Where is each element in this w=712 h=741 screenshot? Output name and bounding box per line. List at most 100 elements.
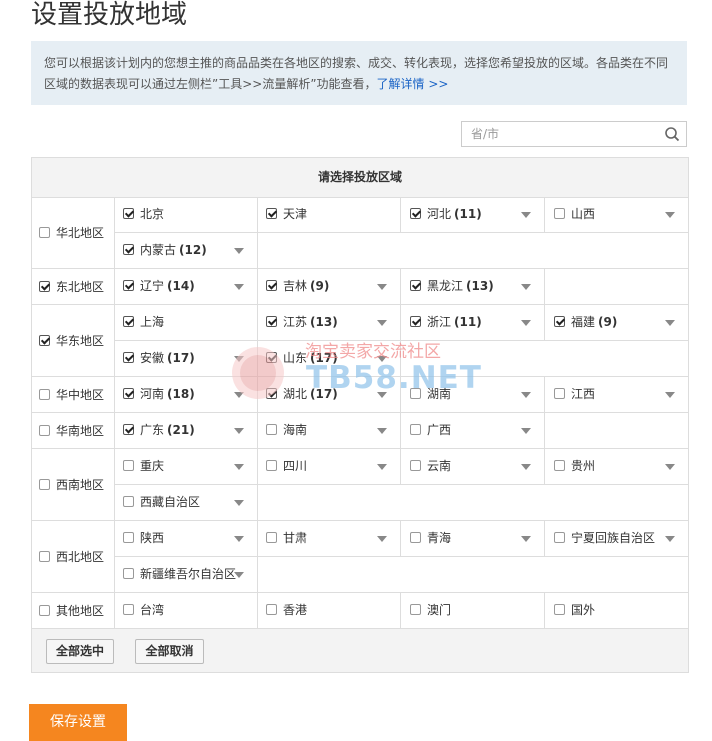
province-option[interactable]: 内蒙古 (12) <box>123 239 207 259</box>
learn-more-link[interactable]: 了解详情 >> <box>377 77 449 91</box>
province-option[interactable]: 北京 <box>123 203 164 223</box>
province-option[interactable]: 贵州 <box>554 455 595 475</box>
province-option[interactable]: 广西 <box>410 419 451 439</box>
province-option[interactable]: 福建 (9) <box>554 311 617 331</box>
chevron-down-icon[interactable] <box>234 248 244 254</box>
province-checkbox[interactable] <box>554 315 565 327</box>
province-option[interactable]: 河北 (11) <box>410 203 482 223</box>
region-0[interactable]: 华北地区 <box>32 197 115 269</box>
province-option[interactable]: 国外 <box>554 599 595 619</box>
province-option[interactable]: 江西 <box>554 383 595 403</box>
save-settings-button[interactable]: 保存设置 <box>29 704 127 741</box>
chevron-down-icon[interactable] <box>665 212 675 218</box>
region-5[interactable]: 西南地区 <box>32 449 115 521</box>
chevron-down-icon[interactable] <box>521 464 531 470</box>
province-option[interactable]: 山西 <box>554 203 595 223</box>
region-checkbox[interactable] <box>39 425 50 436</box>
province-checkbox[interactable] <box>266 387 277 399</box>
province-checkbox[interactable] <box>554 387 565 399</box>
province-option[interactable]: 宁夏回族自治区 <box>554 527 655 547</box>
chevron-down-icon[interactable] <box>234 428 244 434</box>
province-checkbox[interactable] <box>123 531 134 543</box>
province-checkbox[interactable] <box>123 423 134 435</box>
province-option[interactable]: 陕西 <box>123 527 164 547</box>
region-2[interactable]: 华东地区 <box>32 305 115 377</box>
chevron-down-icon[interactable] <box>521 428 531 434</box>
province-option[interactable]: 台湾 <box>123 599 164 619</box>
province-checkbox[interactable] <box>266 351 277 363</box>
province-checkbox[interactable] <box>554 459 565 471</box>
province-option[interactable]: 重庆 <box>123 455 164 475</box>
province-option[interactable]: 云南 <box>410 455 451 475</box>
chevron-down-icon[interactable] <box>377 428 387 434</box>
province-checkbox[interactable] <box>266 423 277 435</box>
chevron-down-icon[interactable] <box>234 464 244 470</box>
province-option[interactable]: 香港 <box>266 599 307 619</box>
province-checkbox[interactable] <box>123 279 134 291</box>
chevron-down-icon[interactable] <box>665 464 675 470</box>
chevron-down-icon[interactable] <box>377 320 387 326</box>
province-option[interactable]: 天津 <box>266 203 307 223</box>
select-all-button[interactable]: 全部选中 <box>46 639 114 664</box>
province-checkbox[interactable] <box>123 495 134 507</box>
chevron-down-icon[interactable] <box>377 284 387 290</box>
province-checkbox[interactable] <box>410 531 421 543</box>
province-checkbox[interactable] <box>123 603 134 615</box>
chevron-down-icon[interactable] <box>377 392 387 398</box>
region-checkbox[interactable] <box>39 551 50 562</box>
province-checkbox[interactable] <box>266 531 277 543</box>
province-checkbox[interactable] <box>554 531 565 543</box>
province-option[interactable]: 甘肃 <box>266 527 307 547</box>
region-checkbox[interactable] <box>39 389 50 400</box>
province-checkbox[interactable] <box>410 387 421 399</box>
province-option[interactable]: 江苏 (13) <box>266 311 338 331</box>
province-checkbox[interactable] <box>410 423 421 435</box>
chevron-down-icon[interactable] <box>521 212 531 218</box>
chevron-down-icon[interactable] <box>377 356 387 362</box>
region-4[interactable]: 华南地区 <box>32 413 115 449</box>
province-option[interactable]: 吉林 (9) <box>266 275 329 295</box>
chevron-down-icon[interactable] <box>234 572 244 578</box>
chevron-down-icon[interactable] <box>377 464 387 470</box>
chevron-down-icon[interactable] <box>234 392 244 398</box>
province-checkbox[interactable] <box>266 459 277 471</box>
region-checkbox[interactable] <box>39 281 50 292</box>
province-checkbox[interactable] <box>123 459 134 471</box>
province-option[interactable]: 安徽 (17) <box>123 347 195 367</box>
province-option[interactable]: 青海 <box>410 527 451 547</box>
province-checkbox[interactable] <box>123 315 134 327</box>
province-option[interactable]: 辽宁 (14) <box>123 275 195 295</box>
province-option[interactable]: 湖南 <box>410 383 451 403</box>
chevron-down-icon[interactable] <box>234 500 244 506</box>
chevron-down-icon[interactable] <box>665 392 675 398</box>
chevron-down-icon[interactable] <box>234 356 244 362</box>
province-checkbox[interactable] <box>266 603 277 615</box>
chevron-down-icon[interactable] <box>234 536 244 542</box>
region-1[interactable]: 东北地区 <box>32 269 115 305</box>
province-checkbox[interactable] <box>123 387 134 399</box>
province-option[interactable]: 西藏自治区 <box>123 491 200 511</box>
chevron-down-icon[interactable] <box>521 392 531 398</box>
chevron-down-icon[interactable] <box>665 536 675 542</box>
province-option[interactable]: 澳门 <box>410 599 451 619</box>
province-option[interactable]: 湖北 (17) <box>266 383 338 403</box>
province-checkbox[interactable] <box>410 279 421 291</box>
province-option[interactable]: 新疆维吾尔自治区 <box>123 563 236 583</box>
province-option[interactable]: 广东 (21) <box>123 419 195 439</box>
region-checkbox[interactable] <box>39 335 50 346</box>
province-option[interactable]: 四川 <box>266 455 307 475</box>
province-option[interactable]: 黑龙江 (13) <box>410 275 494 295</box>
chevron-down-icon[interactable] <box>234 284 244 290</box>
province-checkbox[interactable] <box>266 279 277 291</box>
region-checkbox[interactable] <box>39 227 50 238</box>
chevron-down-icon[interactable] <box>377 536 387 542</box>
province-option[interactable]: 浙江 (11) <box>410 311 482 331</box>
province-checkbox[interactable] <box>123 351 134 363</box>
region-checkbox[interactable] <box>39 479 50 490</box>
region-7[interactable]: 其他地区 <box>32 593 115 629</box>
province-option[interactable]: 海南 <box>266 419 307 439</box>
province-option[interactable]: 上海 <box>123 311 164 331</box>
province-checkbox[interactable] <box>410 603 421 615</box>
province-checkbox[interactable] <box>123 243 134 255</box>
region-checkbox[interactable] <box>39 605 50 616</box>
